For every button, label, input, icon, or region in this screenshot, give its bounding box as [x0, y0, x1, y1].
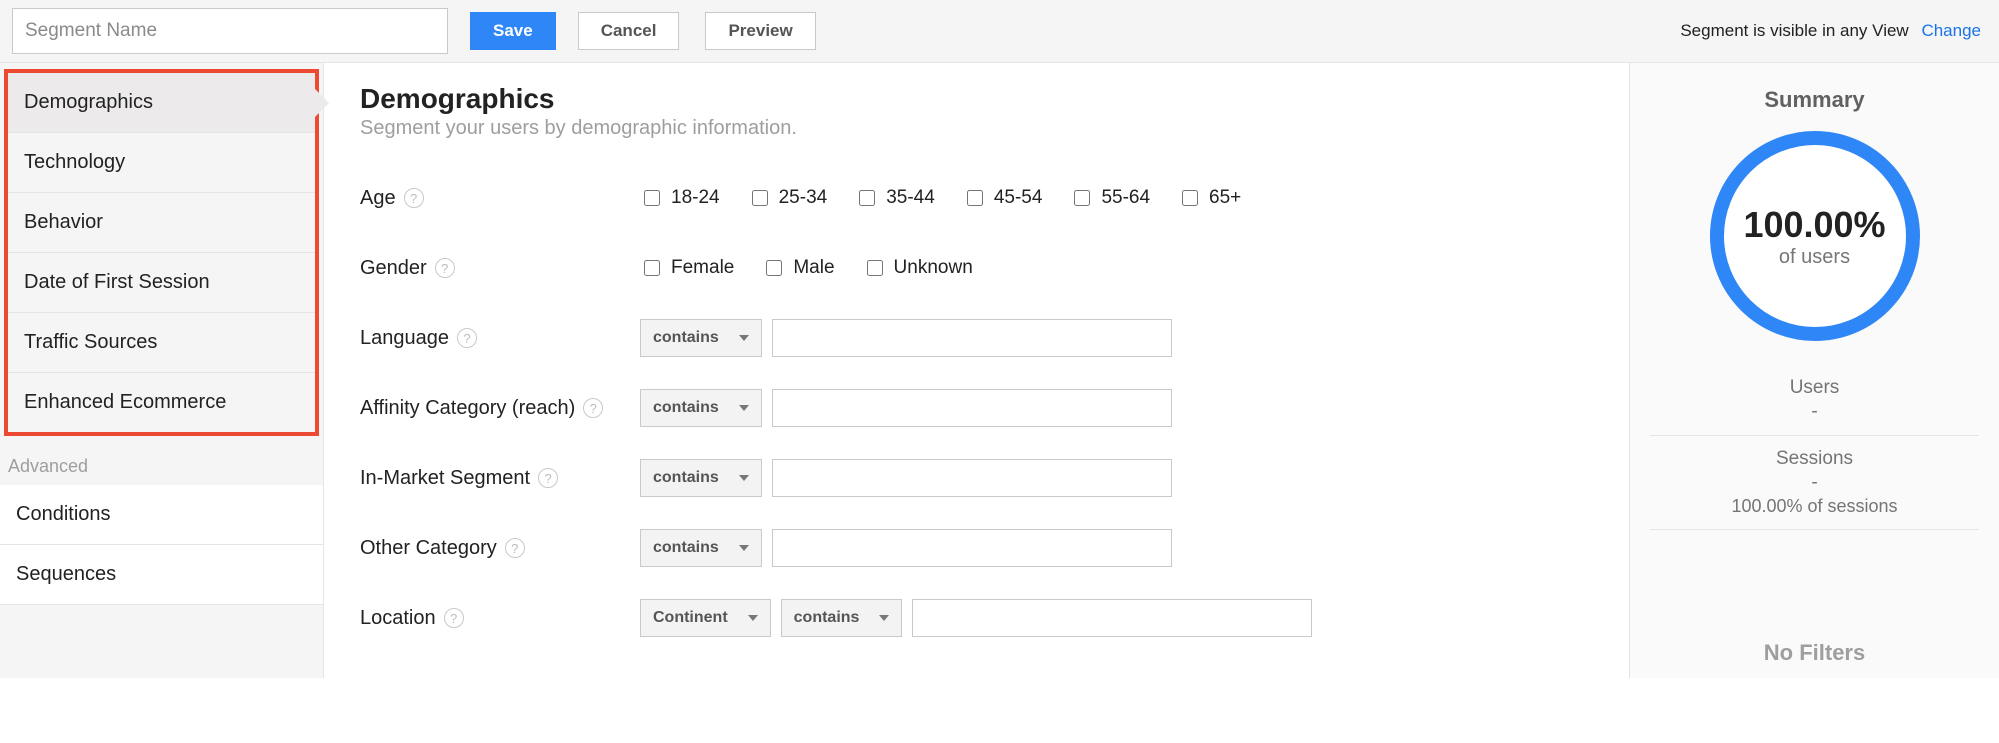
affinity-value-input[interactable] — [772, 389, 1172, 427]
sidebar-item-conditions[interactable]: Conditions — [0, 485, 323, 545]
help-icon[interactable]: ? — [538, 468, 558, 488]
sidebar: Demographics Technology Behavior Date of… — [0, 63, 324, 678]
segment-name-input[interactable] — [12, 8, 448, 54]
summary-of-users: of users — [1779, 246, 1850, 269]
affinity-operator-dropdown[interactable]: contains — [640, 389, 762, 427]
location-value-input[interactable] — [912, 599, 1312, 637]
othercat-operator-dropdown[interactable]: contains — [640, 529, 762, 567]
users-label: Users — [1650, 377, 1979, 399]
age-check-35-44[interactable]: 35-44 — [855, 187, 935, 209]
label-age: Age — [360, 187, 396, 210]
summary-panel: Summary 100.00% of users Users - Session… — [1629, 63, 1999, 678]
help-icon[interactable]: ? — [505, 538, 525, 558]
header-bar: Save Cancel Preview Segment is visible i… — [0, 0, 1999, 63]
row-affinity: Affinity Category (reach) ? contains — [360, 378, 1593, 438]
sidebar-item-traffic-sources[interactable]: Traffic Sources — [8, 313, 315, 373]
chevron-down-icon — [739, 405, 749, 411]
chevron-down-icon — [879, 615, 889, 621]
sidebar-item-sequences[interactable]: Sequences — [0, 545, 323, 605]
page-subtitle: Segment your users by demographic inform… — [360, 117, 1593, 140]
advanced-label: Advanced — [0, 436, 323, 485]
row-inmarket: In-Market Segment ? contains — [360, 448, 1593, 508]
save-button[interactable]: Save — [470, 12, 556, 50]
language-operator-dropdown[interactable]: contains — [640, 319, 762, 357]
label-affinity: Affinity Category (reach) — [360, 397, 575, 420]
chevron-down-icon — [739, 335, 749, 341]
row-language: Language ? contains — [360, 308, 1593, 368]
chevron-down-icon — [748, 615, 758, 621]
row-gender: Gender ? Female Male Unknown — [360, 238, 1593, 298]
label-gender: Gender — [360, 257, 427, 280]
users-value: - — [1650, 401, 1979, 423]
summary-circle: 100.00% of users — [1710, 131, 1920, 341]
age-check-45-54[interactable]: 45-54 — [963, 187, 1043, 209]
sidebar-item-behavior[interactable]: Behavior — [8, 193, 315, 253]
visibility-text: Segment is visible in any View Change — [1680, 21, 1981, 41]
label-inmarket: In-Market Segment — [360, 467, 530, 490]
location-operator-dropdown[interactable]: contains — [781, 599, 903, 637]
sidebar-item-demographics[interactable]: Demographics — [8, 73, 315, 133]
gender-check-male[interactable]: Male — [762, 257, 834, 279]
inmarket-operator-dropdown[interactable]: contains — [640, 459, 762, 497]
chevron-down-icon — [739, 545, 749, 551]
sessions-label: Sessions — [1650, 448, 1979, 470]
gender-check-unknown[interactable]: Unknown — [863, 257, 973, 279]
sidebar-item-enhanced-ecommerce[interactable]: Enhanced Ecommerce — [8, 373, 315, 432]
summary-percentage: 100.00% — [1743, 204, 1885, 246]
age-check-25-34[interactable]: 25-34 — [748, 187, 828, 209]
chevron-down-icon — [739, 475, 749, 481]
label-other-category: Other Category — [360, 537, 497, 560]
help-icon[interactable]: ? — [435, 258, 455, 278]
row-other-category: Other Category ? contains — [360, 518, 1593, 578]
age-check-18-24[interactable]: 18-24 — [640, 187, 720, 209]
inmarket-value-input[interactable] — [772, 459, 1172, 497]
location-dimension-dropdown[interactable]: Continent — [640, 599, 771, 637]
users-stat: Users - — [1650, 365, 1979, 436]
help-icon[interactable]: ? — [583, 398, 603, 418]
no-filters-label: No Filters — [1650, 622, 1979, 666]
sessions-value: - — [1650, 472, 1979, 494]
preview-button[interactable]: Preview — [705, 12, 815, 50]
sidebar-highlight: Demographics Technology Behavior Date of… — [4, 69, 319, 436]
language-value-input[interactable] — [772, 319, 1172, 357]
cancel-button[interactable]: Cancel — [578, 12, 680, 50]
othercat-value-input[interactable] — [772, 529, 1172, 567]
page-title: Demographics — [360, 83, 1593, 115]
main-panel: Demographics Segment your users by demog… — [324, 63, 1629, 678]
sessions-pct: 100.00% of sessions — [1650, 496, 1979, 517]
summary-title: Summary — [1650, 87, 1979, 113]
change-link[interactable]: Change — [1921, 21, 1981, 40]
sidebar-item-first-session[interactable]: Date of First Session — [8, 253, 315, 313]
row-age: Age ? 18-24 25-34 35-44 45-54 55-64 65+ — [360, 168, 1593, 228]
help-icon[interactable]: ? — [457, 328, 477, 348]
label-location: Location — [360, 607, 436, 630]
age-check-65plus[interactable]: 65+ — [1178, 187, 1241, 209]
sessions-stat: Sessions - 100.00% of sessions — [1650, 436, 1979, 530]
sidebar-item-technology[interactable]: Technology — [8, 133, 315, 193]
age-check-55-64[interactable]: 55-64 — [1070, 187, 1150, 209]
help-icon[interactable]: ? — [404, 188, 424, 208]
row-location: Location ? Continent contains — [360, 588, 1593, 648]
help-icon[interactable]: ? — [444, 608, 464, 628]
gender-check-female[interactable]: Female — [640, 257, 734, 279]
visibility-label: Segment is visible in any View — [1680, 21, 1908, 40]
label-language: Language — [360, 327, 449, 350]
